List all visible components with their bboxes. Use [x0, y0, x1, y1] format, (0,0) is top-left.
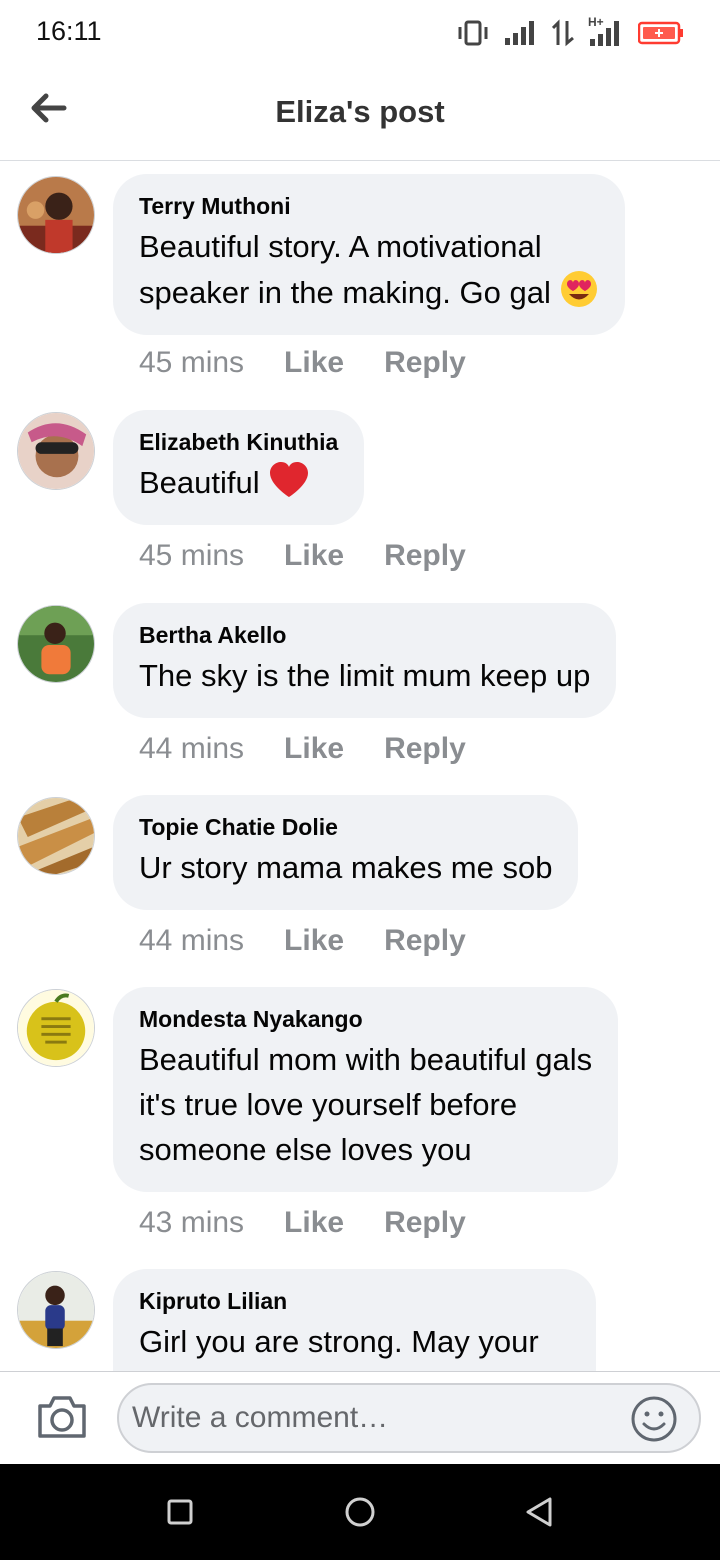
comment-text: Ur story mama makes me sob	[139, 850, 553, 885]
comment-line: speaker in the making. Go gal	[139, 275, 551, 310]
comment-time: 44 mins	[139, 732, 245, 765]
comment-text: Beautiful	[139, 460, 338, 505]
comment-bubble[interactable]: Kipruto Lilian Girl you are strong. May …	[113, 1269, 596, 1371]
status-icons: H+	[456, 15, 684, 48]
camera-icon[interactable]	[36, 1392, 88, 1440]
comment-author[interactable]: Bertha Akello	[139, 621, 590, 649]
comment-line-with-emoji: Beautiful	[139, 460, 338, 505]
comment-author[interactable]: Topie Chatie Dolie	[139, 813, 552, 841]
comment-text: Beautiful mom with beautiful gals it's t…	[139, 1037, 592, 1172]
status-bar: 16:11 H+	[0, 0, 720, 66]
reply-button[interactable]: Reply	[384, 732, 466, 766]
reply-button[interactable]: Reply	[384, 1206, 466, 1240]
comment-meta: 44 mins Like Reply	[139, 924, 466, 958]
comment-time: 45 mins	[139, 346, 245, 379]
hplus-signal: H+	[588, 15, 624, 47]
page-title: Eliza's post	[275, 94, 445, 129]
signal-icon	[505, 21, 534, 45]
heart-eyes-emoji	[560, 271, 597, 307]
circle-home-icon[interactable]	[340, 1492, 380, 1532]
comment-line: Beautiful mom with beautiful gals	[139, 1042, 593, 1077]
avatar[interactable]	[17, 797, 95, 875]
smile-icon[interactable]	[629, 1394, 679, 1444]
comment-meta: 45 mins Like Reply	[139, 346, 466, 380]
reply-button[interactable]: Reply	[384, 346, 466, 380]
comment-time: 44 mins	[139, 924, 245, 957]
comment-line: it's true love yourself before	[139, 1087, 518, 1122]
comment-author[interactable]: Elizabeth Kinuthia	[139, 428, 338, 456]
comment-time: 43 mins	[139, 1206, 245, 1239]
like-button[interactable]: Like	[284, 346, 344, 380]
avatar[interactable]	[17, 176, 95, 254]
square-recents-icon[interactable]	[160, 1492, 200, 1532]
comment-line: someone else loves you	[139, 1132, 472, 1167]
comment-text: Girl you are strong. May your	[139, 1324, 539, 1359]
comment-time: 45 mins	[139, 539, 245, 572]
comment-meta: 44 mins Like Reply	[139, 732, 466, 766]
comment-author[interactable]: Mondesta Nyakango	[139, 1005, 592, 1033]
post-header: Eliza's post	[0, 66, 720, 161]
comment-author[interactable]: Terry Muthoni	[139, 192, 599, 220]
vibrate-icon	[458, 20, 488, 46]
comment-author[interactable]: Kipruto Lilian	[139, 1287, 570, 1315]
reply-button[interactable]: Reply	[384, 539, 466, 573]
avatar[interactable]	[17, 1271, 95, 1349]
comment-bubble[interactable]: Mondesta Nyakango Beautiful mom with bea…	[113, 987, 619, 1192]
avatar[interactable]	[17, 989, 95, 1067]
battery-icon	[638, 21, 683, 45]
comment-composer: Write a comment…	[0, 1371, 720, 1464]
avatar[interactable]	[17, 412, 95, 490]
comment-text: The sky is the limit mum keep up	[139, 658, 591, 693]
comment-meta: 45 mins Like Reply	[139, 539, 466, 573]
like-button[interactable]: Like	[284, 732, 344, 766]
like-button[interactable]: Like	[284, 924, 344, 958]
comment-line-with-emoji: speaker in the making. Go gal	[139, 269, 599, 315]
status-time: 16:11	[36, 16, 102, 46]
comment-input[interactable]: Write a comment…	[117, 1383, 701, 1453]
reply-button[interactable]: Reply	[384, 924, 466, 958]
like-button[interactable]: Like	[284, 539, 344, 573]
system-nav-bar	[0, 1464, 720, 1560]
comment-bubble[interactable]: Topie Chatie Dolie Ur story mama makes m…	[113, 795, 579, 910]
comment-meta: 43 mins Like Reply	[139, 1206, 466, 1240]
comment-list[interactable]: Terry Muthoni Beautiful story. A motivat…	[0, 161, 720, 1371]
red-heart-emoji	[269, 462, 308, 497]
comment-bubble[interactable]: Terry Muthoni Beautiful story. A motivat…	[113, 174, 625, 335]
signal-icon	[590, 21, 619, 46]
data-arrows-icon	[552, 19, 574, 47]
like-button[interactable]: Like	[284, 1206, 344, 1240]
triangle-back-icon[interactable]	[520, 1492, 560, 1532]
avatar[interactable]	[17, 605, 95, 683]
comment-line: Beautiful	[139, 465, 260, 500]
comment-line: Beautiful story. A motivational	[139, 229, 542, 264]
comment-input-placeholder: Write a comment…	[132, 1401, 389, 1434]
comment-text: Beautiful story. A motivational speaker …	[139, 224, 599, 315]
comment-bubble[interactable]: Bertha Akello The sky is the limit mum k…	[113, 603, 617, 718]
comment-bubble[interactable]: Elizabeth Kinuthia Beautiful	[113, 410, 365, 525]
